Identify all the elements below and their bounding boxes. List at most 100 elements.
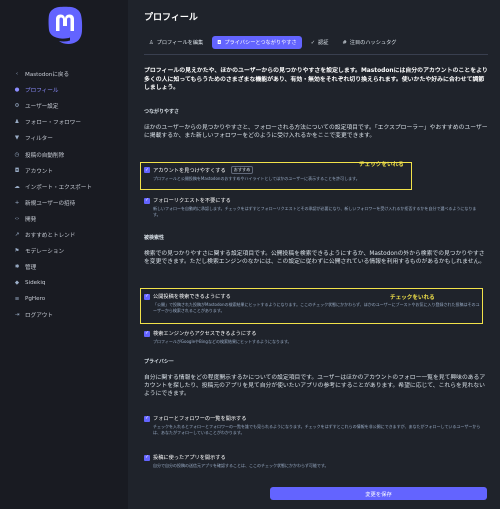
indexable-checkbox[interactable]: ✓ [144, 293, 150, 300]
sidebar-item-label: インポート・エクスポート [25, 184, 92, 191]
option-discoverable: ✓ アカウントを見つけやすくする おすすめ プロフィールと公開投稿をMastod… [144, 166, 489, 182]
sidebar-item-statuses-cleanup[interactable]: ◷ 投稿の自動削除 [12, 146, 128, 162]
hashtag-icon: # [342, 39, 347, 46]
tab-label: プライバシーとつながりやすさ [224, 40, 297, 46]
option-unlocked: ✓ フォローリクエストを不要にする 新しいフォローを自動的に承認します。チェック… [144, 197, 489, 218]
sidebar-item-admin[interactable]: ✱ 管理 [12, 259, 128, 275]
sidebar-item-label: Sidekiq [25, 280, 46, 287]
sidebar-item-label: 新規ユーザーの招待 [25, 200, 76, 207]
sidebar-item-moderation[interactable]: ⚑ モデレーション [12, 243, 128, 259]
sidebar-item-account[interactable]: ◘ アカウント [12, 163, 128, 179]
cloud-icon: ☁ [14, 183, 20, 190]
save-changes-button[interactable]: 変更を保存 [270, 487, 487, 500]
sidebar-item-label: おすすめとトレンド [25, 232, 76, 239]
section-desc-reach: ほかのユーザーからの見つかりやすさと、フォローされる方法についての設定項目です。… [144, 125, 488, 140]
tab-label: 注目のハッシュタグ [349, 40, 397, 46]
discoverable-checkbox[interactable]: ✓ [144, 167, 150, 173]
sidebar-item-trends[interactable]: ↗ おすすめとトレンド [12, 227, 128, 243]
sidebar-item-label: ログアウト [25, 313, 53, 320]
sidebar-item-relationships[interactable]: ♟ フォロー・フォロワー [12, 114, 128, 130]
option-hint: 新しいフォローを自動的に承認します。チェックをはずすとフォローリクエストとその承… [153, 206, 477, 217]
sidebar-item-label: 開発 [25, 216, 37, 223]
option-hint: プロフィールと公開投稿をMastodonのおすすめやハイライトとしてほかのユーザ… [153, 176, 360, 181]
option-label: フォローとフォロワーの一覧を開示する [153, 416, 247, 422]
section-heading-discoverability: 被検索性 [144, 235, 165, 241]
section-heading-privacy: プライバシー [144, 359, 174, 365]
sidebar-item-label: アカウント [25, 168, 53, 175]
section-desc-discoverability: 検索での見つかりやすさに関する設定項目です。公開投稿を検索できるようにするか、M… [144, 251, 486, 266]
tab-edit-profile[interactable]: ♙ プロフィールを編集 [144, 36, 208, 49]
diamond-icon: ◆ [14, 280, 20, 287]
option-search-engines: ✓ 検索エンジンからアクセスできるようにする プロフィールがGoogleやBin… [144, 330, 489, 345]
option-show-network: ✓ フォローとフォロワーの一覧を開示する チェックを入れるとフォローとフォロワー… [144, 415, 489, 436]
option-label: フォローリクエストを不要にする [153, 198, 231, 204]
mastodon-logo-icon[interactable] [47, 6, 83, 46]
sidebar-item-filters[interactable]: ▼ フィルター [12, 130, 128, 146]
section-heading-reach: つながりやすさ [144, 109, 180, 115]
lock-icon: ◘ [14, 167, 20, 174]
unlocked-checkbox[interactable]: ✓ [144, 197, 150, 204]
trend-icon: ↗ [14, 231, 20, 238]
option-label: アカウントを見つけやすくする [153, 167, 226, 174]
recommended-badge: おすすめ [230, 166, 254, 174]
tab-label: プロフィールを編集 [156, 40, 204, 46]
cogs-icon: ✱ [14, 264, 20, 271]
database-icon: ≡ [14, 296, 20, 303]
section-desc-privacy: 自分に関する情報をどの程度開示するかについての設定項目です。ユーザーはほかのアカ… [144, 375, 486, 398]
users-icon: ♟ [14, 119, 20, 126]
tab-divider [144, 54, 488, 55]
show-application-checkbox[interactable]: ✓ [144, 454, 150, 461]
sidebar-item-label: PgHero [25, 296, 46, 303]
sidebar-item-pghero[interactable]: ≡ PgHero [12, 291, 128, 307]
tab-verification[interactable]: ✓ 認証 [306, 36, 334, 49]
option-label: 投稿に使ったアプリを開示する [153, 455, 226, 461]
sidebar-item-label: フィルター [25, 136, 53, 143]
code-icon: ‹› [14, 215, 20, 222]
option-hint: チェックを入れるとフォローとフォロワーの一覧を誰でも見られるようになります。チェ… [153, 424, 481, 435]
sidebar-item-profile[interactable]: ● プロフィール [12, 82, 128, 98]
sidebar-item-preferences[interactable]: ⚙ ユーザー設定 [12, 98, 128, 114]
option-show-application: ✓ 投稿に使ったアプリを開示する 自分で自分の投稿の送信元アプリを確認することは… [144, 454, 489, 469]
sidebar-item-label: ユーザー設定 [25, 104, 59, 111]
option-hint: 自分で自分の投稿の送信元アプリを確認することは、ここのチェック状態にかかわらず可… [153, 463, 329, 468]
back-to-mastodon-link[interactable]: ‹ Mastodonに戻る [12, 66, 128, 82]
filter-icon: ▼ [14, 135, 20, 142]
sign-out-icon: ⇥ [14, 312, 20, 319]
gear-icon: ⚙ [14, 103, 20, 110]
person-icon: ♙ [149, 39, 154, 46]
tab-label: 認証 [318, 40, 329, 46]
check-icon: ✓ [310, 39, 316, 46]
flag-icon: ⚑ [14, 248, 20, 255]
back-label: Mastodonに戻る [25, 72, 70, 79]
tab-privacy-reach[interactable]: ◘ プライバシーとつながりやすさ [212, 36, 302, 49]
main-content: プロフィール ♙ プロフィールを編集 ◘ プライバシーとつながりやすさ ✓ 認証… [128, 0, 500, 509]
sidebar-item-label: 管理 [25, 265, 37, 272]
sidebar-item-development[interactable]: ‹› 開発 [12, 211, 128, 227]
page-title: プロフィール [144, 13, 198, 23]
chevron-left-icon: ‹ [15, 71, 19, 78]
lock-icon: ◘ [217, 39, 222, 46]
option-label: 公開投稿を検索できるようにする [153, 294, 231, 300]
sidebar-nav: ‹ Mastodonに戻る ● プロフィール ⚙ ユーザー設定 ♟ フォロー・フ… [12, 66, 128, 324]
user-plus-icon: + [14, 199, 20, 206]
settings-tabs: ♙ プロフィールを編集 ◘ プライバシーとつながりやすさ ✓ 認証 # 注目のハ… [144, 36, 402, 49]
sidebar-item-logout[interactable]: ⇥ ログアウト [12, 307, 128, 323]
option-label: 検索エンジンからアクセスできるようにする [153, 331, 257, 337]
intro-text: プロフィールの見えかたや、ほかのユーザーからの見つかりやすさを設定します。Mas… [144, 68, 488, 91]
sidebar-item-invites[interactable]: + 新規ユーザーの招待 [12, 195, 128, 211]
settings-form: プロフィールの見えかたや、ほかのユーザーからの見つかりやすさを設定します。Mas… [140, 67, 489, 468]
show-network-checkbox[interactable]: ✓ [144, 415, 150, 422]
history-icon: ◷ [14, 151, 20, 158]
user-icon: ● [14, 87, 20, 94]
option-indexable: ✓ 公開投稿を検索できるようにする 「公開」で投稿された投稿がMastodonの… [144, 293, 489, 314]
sidebar-item-label: プロフィール [25, 88, 59, 95]
option-hint: 「公開」で投稿された投稿がMastodonの検索結果にヒットするようになります。… [153, 302, 480, 313]
tab-featured-tags[interactable]: # 注目のハッシュタグ [337, 36, 401, 49]
sidebar-item-label: 投稿の自動削除 [25, 152, 65, 159]
sidebar-item-label: モデレーション [25, 249, 65, 256]
sidebar: ‹ Mastodonに戻る ● プロフィール ⚙ ユーザー設定 ♟ フォロー・フ… [0, 0, 128, 509]
sidebar-item-import-export[interactable]: ☁ インポート・エクスポート [12, 179, 128, 195]
sidebar-item-label: フォロー・フォロワー [25, 120, 81, 127]
sidebar-item-sidekiq[interactable]: ◆ Sidekiq [12, 275, 128, 291]
search-engines-checkbox[interactable]: ✓ [144, 330, 150, 337]
